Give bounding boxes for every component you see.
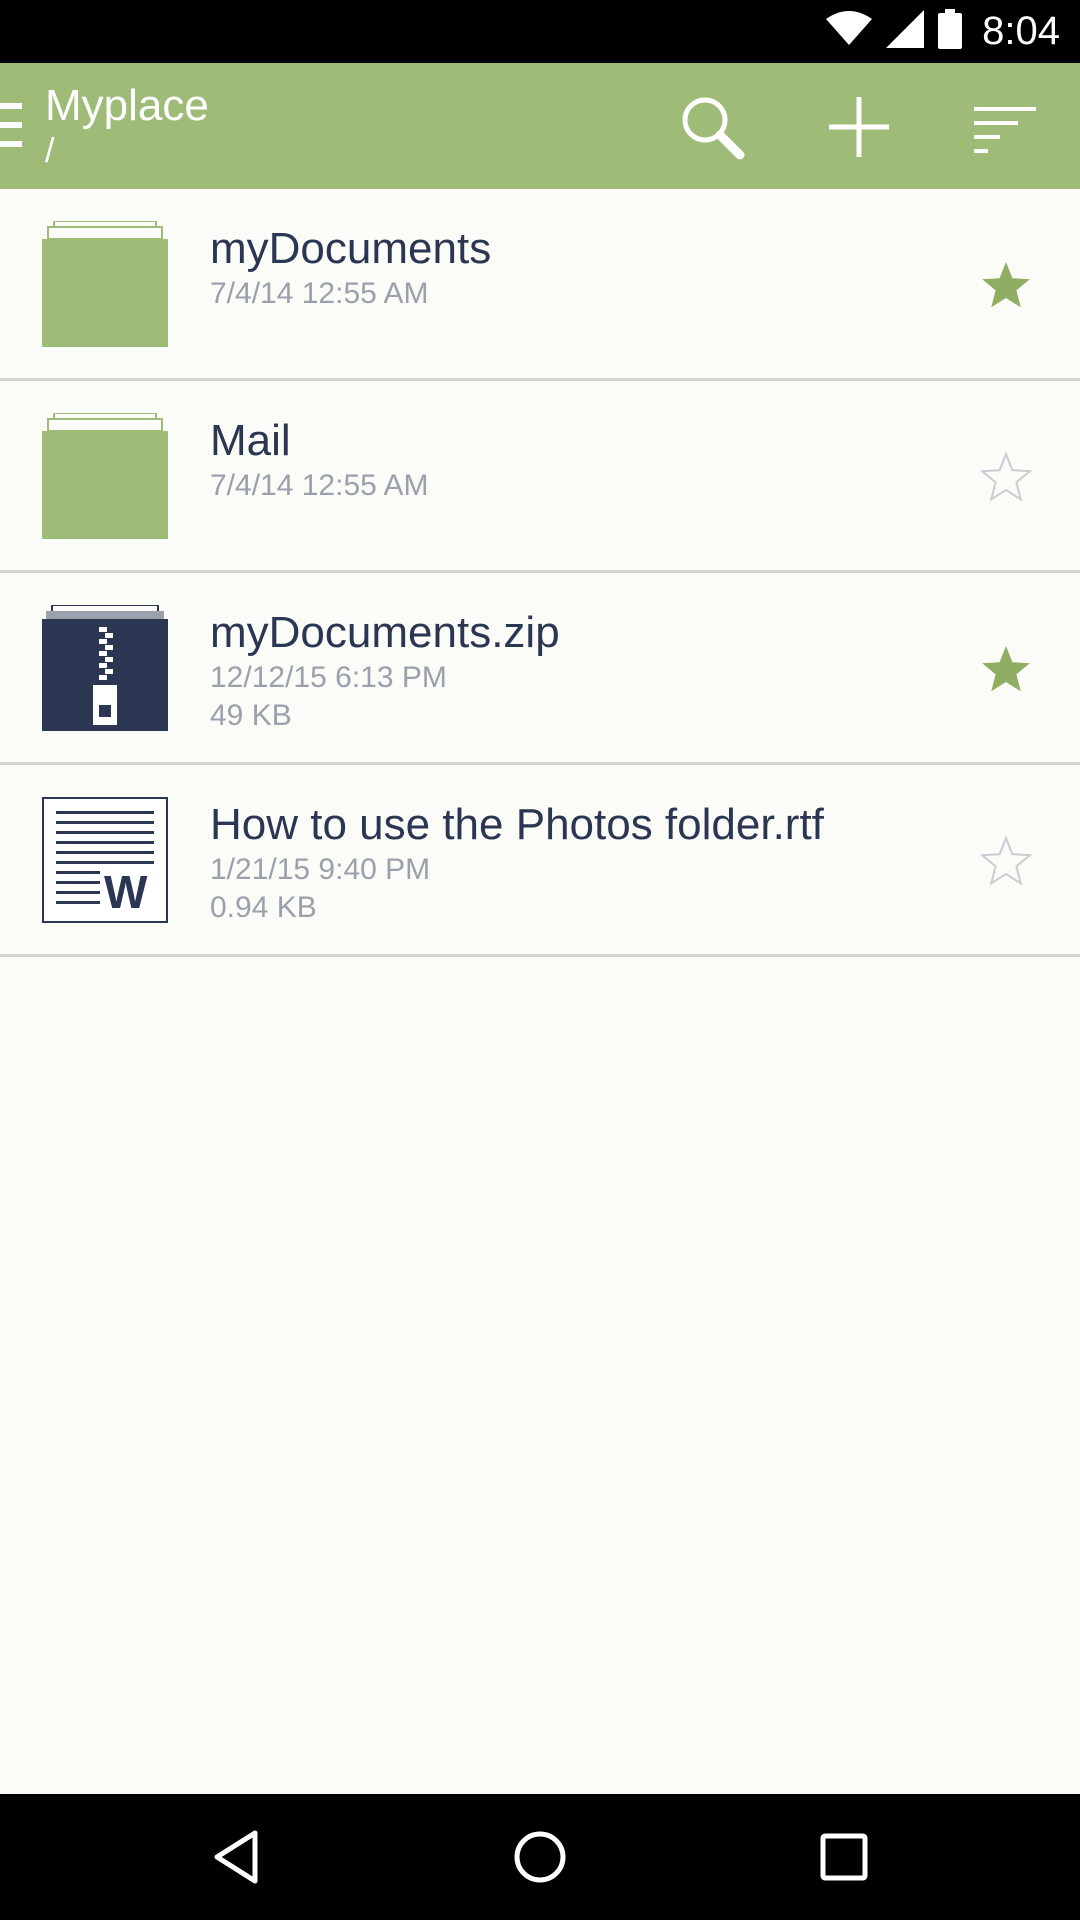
file-row[interactable]: W How to use the Photos folder.rtf 1/21/… [0, 765, 1080, 957]
add-button[interactable] [823, 91, 895, 163]
home-icon [514, 1831, 566, 1883]
file-date: 1/21/15 9:40 PM [210, 853, 431, 886]
add-icon [829, 97, 889, 157]
sort-button[interactable] [970, 91, 1042, 163]
file-text: How to use the Photos folder.rtf 1/21/15… [210, 799, 930, 927]
favorite-star-outline-icon[interactable] [979, 451, 1033, 503]
navigation-bar [0, 1794, 1080, 1920]
search-button[interactable] [676, 91, 748, 163]
file-date: 12/12/15 6:13 PM [210, 661, 447, 694]
file-size: 49 KB [210, 699, 292, 732]
zip-file-icon [42, 604, 168, 731]
home-button[interactable] [507, 1824, 573, 1890]
file-name: How to use the Photos folder.rtf [210, 800, 824, 849]
title-block: Myplace / [45, 81, 209, 171]
file-name: Mail [210, 416, 291, 465]
app-title: Myplace [45, 81, 209, 130]
wifi-icon [826, 11, 873, 52]
status-time: 8:04 [982, 9, 1060, 53]
current-path: / [45, 132, 55, 170]
status-icons: 8:04 [826, 0, 1060, 63]
favorite-star-outline-icon[interactable] [979, 835, 1033, 887]
file-size: 0.94 KB [210, 891, 317, 924]
favorite-star-icon[interactable] [980, 259, 1032, 311]
drawer-menu-icon[interactable] [0, 103, 22, 147]
battery-icon [938, 9, 963, 54]
file-row[interactable]: myDocuments.zip 12/12/15 6:13 PM 49 KB [0, 573, 1080, 765]
file-text: myDocuments.zip 12/12/15 6:13 PM 49 KB [210, 607, 930, 735]
recents-button[interactable] [811, 1824, 877, 1890]
app-bar: Myplace / [0, 63, 1080, 189]
signal-icon [886, 10, 925, 53]
file-row[interactable]: myDocuments 7/4/14 12:55 AM [0, 189, 1080, 381]
sort-icon [974, 107, 1036, 153]
folder-icon [42, 220, 168, 347]
file-name: myDocuments.zip [210, 608, 560, 657]
file-text: Mail 7/4/14 12:55 AM [210, 415, 930, 505]
file-date: 7/4/14 12:55 AM [210, 277, 429, 310]
status-bar: 8:04 [0, 0, 1080, 63]
svg-text:W: W [104, 866, 148, 918]
recents-icon [820, 1833, 868, 1881]
back-icon [214, 1830, 258, 1884]
word-document-icon: W [42, 797, 168, 923]
file-row[interactable]: Mail 7/4/14 12:55 AM [0, 381, 1080, 573]
search-icon [682, 97, 745, 160]
favorite-star-icon[interactable] [980, 643, 1032, 695]
folder-icon [42, 412, 168, 539]
file-text: myDocuments 7/4/14 12:55 AM [210, 223, 930, 313]
file-list: myDocuments 7/4/14 12:55 AM Mail 7/4/14 … [0, 189, 1080, 957]
back-button[interactable] [203, 1824, 269, 1890]
file-date: 7/4/14 12:55 AM [210, 469, 429, 502]
file-name: myDocuments [210, 224, 492, 273]
